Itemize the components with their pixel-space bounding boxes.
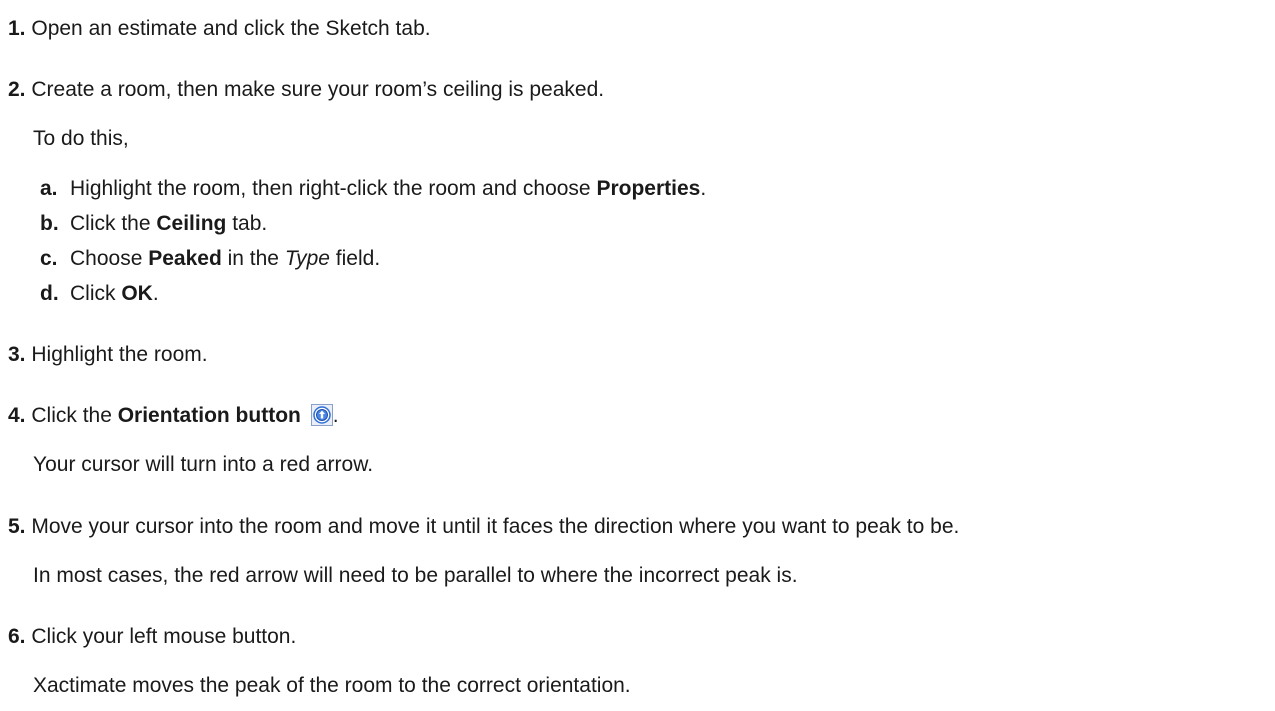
substep-text: field.	[329, 247, 381, 270]
step-text: Highlight the room.	[31, 343, 208, 366]
step-number: 1.	[8, 17, 26, 40]
substep-letter: a.	[40, 177, 58, 200]
step-4: 4. Click the Orientation button .	[8, 403, 339, 429]
substep-punct: .	[700, 177, 707, 200]
ui-term: Peaked	[148, 247, 222, 270]
step-text: Open an estimate and click the Sketch ta…	[31, 17, 431, 40]
step-3: 3. Highlight the room.	[8, 342, 208, 368]
ui-term: Ceiling	[156, 212, 227, 235]
substep-a: a. Highlight the room, then right-click t…	[40, 176, 706, 202]
substep-text: tab.	[226, 212, 268, 235]
orientation-icon	[310, 404, 333, 426]
step-4-note: Your cursor will turn into a red arrow.	[33, 453, 374, 476]
step-text: Create a room, then make sure your room’…	[31, 78, 605, 101]
step-text: Click your left mouse button.	[31, 625, 297, 648]
substep-text: Highlight the room, then right-click the…	[70, 177, 597, 200]
step-1: 1. Open an estimate and click the Sketch…	[8, 16, 431, 42]
step-text: Move your cursor into the room and move …	[31, 515, 960, 538]
step-5-note: In most cases, the red arrow will need t…	[33, 564, 798, 587]
step-5: 5. Move your cursor into the room and mo…	[8, 514, 959, 540]
step-2: 2. Create a room, then make sure your ro…	[8, 77, 604, 103]
field-name: Type	[284, 247, 330, 270]
substep-letter: d.	[40, 282, 59, 305]
step-6: 6. Click your left mouse button.	[8, 624, 296, 650]
step-number: 5.	[8, 515, 26, 538]
substep-d: d. Click OK.	[40, 281, 159, 307]
substep-letter: c.	[40, 247, 58, 270]
step-number: 3.	[8, 343, 26, 366]
step-number: 6.	[8, 625, 26, 648]
step-number: 4.	[8, 404, 26, 427]
step-text: Click the	[31, 404, 118, 427]
substep-text: Click the	[70, 212, 157, 235]
ui-term: Orientation button	[117, 404, 301, 427]
substep-b: b. Click the Ceiling tab.	[40, 211, 267, 237]
substep-text: Click	[70, 282, 122, 305]
substep-letter: b.	[40, 212, 59, 235]
substep-c: c. Choose Peaked in the Type field.	[40, 246, 380, 272]
substep-text: in the	[221, 247, 285, 270]
substep-punct: .	[152, 282, 159, 305]
ui-term: OK	[121, 282, 153, 305]
step-number: 2.	[8, 78, 26, 101]
ui-term: Properties	[596, 177, 701, 200]
step-2-intro: To do this,	[33, 127, 129, 150]
substep-text: Choose	[70, 247, 149, 270]
step-6-note: Xactimate moves the peak of the room to …	[33, 674, 631, 697]
step-punct: .	[332, 404, 339, 427]
